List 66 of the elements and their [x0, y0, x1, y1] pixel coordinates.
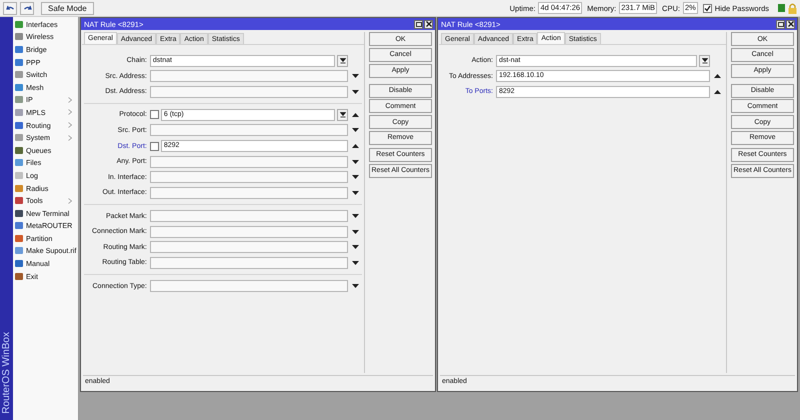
- up-arrow-icon[interactable]: [714, 74, 720, 78]
- square-icon: [15, 222, 23, 230]
- down-arrow-icon[interactable]: [352, 214, 358, 218]
- square-icon: [15, 210, 23, 217]
- dropdown-button[interactable]: [337, 54, 348, 66]
- up-arrow-icon[interactable]: [714, 90, 720, 94]
- square-icon: [15, 96, 23, 104]
- square-icon: [15, 33, 23, 40]
- square-icon: [15, 46, 23, 53]
- caret-icon: [340, 58, 346, 64]
- down-arrow-icon[interactable]: [352, 245, 358, 250]
- redo-icon: [22, 4, 32, 12]
- down-arrow-icon[interactable]: [352, 128, 358, 132]
- square-icon: [15, 58, 23, 66]
- checkbox[interactable]: [150, 142, 159, 151]
- maximize-button[interactable]: [776, 20, 785, 28]
- checkbox[interactable]: [150, 110, 159, 120]
- square-icon: [15, 247, 23, 254]
- lock-icon: [788, 2, 797, 14]
- square-icon: [15, 260, 23, 268]
- undo-button[interactable]: [3, 2, 17, 14]
- down-arrow-icon[interactable]: [352, 175, 358, 180]
- down-arrow-icon[interactable]: [352, 230, 358, 234]
- square-icon: [15, 272, 23, 280]
- input-field[interactable]: [150, 171, 348, 184]
- input-field[interactable]: [150, 210, 348, 222]
- square-icon: [15, 184, 23, 192]
- input-field[interactable]: [150, 280, 348, 292]
- safe-mode-button[interactable]: Safe Mode: [41, 2, 94, 14]
- down-arrow-icon[interactable]: [352, 190, 358, 195]
- input-field[interactable]: [150, 226, 348, 238]
- down-arrow-icon[interactable]: [352, 90, 358, 94]
- square-icon: [15, 172, 23, 179]
- square-icon: [15, 146, 23, 154]
- undo-icon: [6, 4, 14, 12]
- dropdown-button[interactable]: [699, 54, 710, 66]
- down-arrow-icon[interactable]: [352, 74, 358, 78]
- up-arrow-icon[interactable]: [352, 144, 358, 148]
- square-icon: [15, 20, 23, 28]
- square-icon: [15, 122, 23, 129]
- input-field[interactable]: [150, 124, 348, 136]
- down-arrow-icon[interactable]: [352, 284, 358, 288]
- square-icon: [15, 84, 23, 91]
- square-icon: [15, 159, 23, 166]
- down-arrow-icon[interactable]: [352, 160, 358, 164]
- up-arrow-icon[interactable]: [352, 112, 358, 117]
- input-field[interactable]: [150, 256, 348, 269]
- brand-text: RouterOS WinBox: [1, 332, 12, 414]
- input-field[interactable]: [150, 86, 348, 98]
- checkbox[interactable]: [702, 4, 712, 12]
- input-field[interactable]: [150, 156, 348, 168]
- caret-icon: [340, 112, 346, 118]
- close-button[interactable]: [786, 20, 795, 28]
- input-field[interactable]: [150, 70, 348, 82]
- close-button[interactable]: [424, 20, 433, 28]
- dropdown-button[interactable]: [337, 108, 348, 121]
- redo-button[interactable]: [20, 2, 34, 14]
- input-field[interactable]: [150, 186, 348, 199]
- caret-icon: [702, 58, 708, 64]
- square-icon: [15, 234, 23, 242]
- square-icon: [15, 108, 23, 116]
- maximize-button[interactable]: [414, 20, 423, 28]
- square-icon: [15, 197, 23, 204]
- down-arrow-icon[interactable]: [352, 260, 358, 265]
- input-field[interactable]: [150, 241, 348, 254]
- square-icon: [778, 4, 785, 12]
